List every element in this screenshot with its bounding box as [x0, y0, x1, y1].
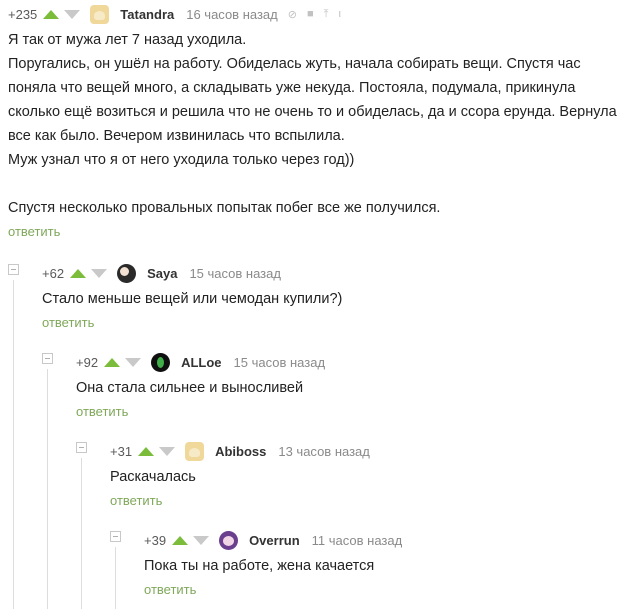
downvote-icon[interactable]	[91, 268, 108, 278]
comment: +39 Overrun 11 часов назад Пока ты на ра…	[144, 530, 604, 599]
comment-header: +31 Abiboss 13 часов назад	[110, 441, 610, 461]
comment-paragraph: Стало меньше вещей или чемодан купили?)	[42, 291, 343, 307]
comment-paragraph: Поругались, он ушёл на работу. Обиделась…	[8, 56, 617, 144]
comment-time: 15 часов назад	[233, 354, 326, 370]
reply-link[interactable]: ответить	[76, 404, 128, 419]
avatar[interactable]	[117, 263, 137, 283]
collapse-icon[interactable]	[42, 353, 53, 364]
comment-author[interactable]: Tatandra	[120, 7, 174, 22]
comment-time: 13 часов назад	[278, 443, 370, 459]
comment: +235 Tatandra 16 часов назад ⊘ ■ ⤒ ι Я т…	[8, 4, 628, 241]
comment-text: Она стала сильнее и выносливей	[76, 376, 616, 400]
comment-author[interactable]: Saya	[147, 266, 177, 281]
collapse-icon[interactable]	[76, 442, 87, 453]
comment-paragraph: Муж узнал что я от него уходила только ч…	[8, 152, 355, 168]
comment-author[interactable]: ALLoe	[181, 355, 221, 370]
reply-link[interactable]: ответить	[42, 315, 94, 330]
comment-rating: +62	[42, 265, 65, 281]
upvote-icon[interactable]	[43, 9, 60, 19]
downvote-icon[interactable]	[159, 446, 176, 456]
upvote-icon[interactable]	[138, 446, 155, 456]
avatar[interactable]	[219, 530, 239, 550]
save-icon[interactable]: ■	[307, 8, 314, 20]
upvote-icon[interactable]	[172, 535, 189, 545]
link-icon[interactable]: ⊘	[288, 8, 297, 21]
comment-paragraph: Я так от мужа лет 7 назад уходила.	[8, 32, 247, 48]
comment-author[interactable]: Abiboss	[215, 444, 266, 459]
comment-time: 16 часов назад	[186, 6, 278, 22]
comment-header: +39 Overrun 11 часов назад	[144, 530, 604, 550]
upvote-icon[interactable]	[104, 357, 121, 367]
avatar[interactable]	[151, 352, 171, 372]
avatar[interactable]	[185, 441, 205, 461]
thread-line	[13, 280, 14, 609]
comment: +92 ALLoe 15 часов назад Она стала сильн…	[76, 352, 616, 421]
comment-rating: +31	[110, 443, 133, 459]
upvote-icon[interactable]	[70, 268, 87, 278]
comment-rating: +235	[8, 6, 38, 22]
comment: +31 Abiboss 13 часов назад Раскачалась о…	[110, 441, 610, 510]
comment-time: 11 часов назад	[311, 532, 403, 548]
comment-paragraph: Пока ты на работе, жена качается	[144, 558, 375, 574]
downvote-icon[interactable]	[193, 535, 210, 545]
reply-link[interactable]: ответить	[8, 224, 60, 239]
reply-link[interactable]: ответить	[110, 493, 162, 508]
comment-text: Раскачалась	[110, 465, 610, 489]
comment-paragraph	[8, 172, 628, 196]
comment-header: +62 Saya 15 часов назад	[42, 263, 622, 283]
reply-link[interactable]: ответить	[144, 582, 196, 597]
comment-text: Пока ты на работе, жена качается	[144, 554, 604, 578]
thread-line	[115, 547, 116, 609]
thread-line	[47, 369, 48, 609]
downvote-icon[interactable]	[125, 357, 142, 367]
comment-time: 15 часов назад	[189, 265, 281, 281]
comment-header: +235 Tatandra 16 часов назад ⊘ ■ ⤒ ι	[8, 4, 628, 24]
comment-paragraph: Спустя несколько провальных попытак побе…	[8, 200, 441, 216]
comment-rating: +92	[76, 354, 99, 370]
comment: +62 Saya 15 часов назад Стало меньше вещ…	[42, 263, 622, 332]
share-icon[interactable]: ⤒	[324, 8, 329, 21]
downvote-icon[interactable]	[64, 9, 81, 19]
collapse-icon[interactable]	[8, 264, 19, 275]
thread-line	[81, 458, 82, 609]
comment-paragraph: Раскачалась	[110, 469, 196, 485]
comment-author[interactable]: Overrun	[249, 533, 300, 548]
more-icon[interactable]: ι	[339, 8, 341, 20]
avatar[interactable]	[90, 4, 110, 24]
comment-rating: +39	[144, 532, 167, 548]
comment-text: Я так от мужа лет 7 назад уходила. Поруг…	[8, 28, 628, 220]
collapse-icon[interactable]	[110, 531, 121, 542]
comment-header: +92 ALLoe 15 часов назад	[76, 352, 616, 372]
comment-text: Стало меньше вещей или чемодан купили?)	[42, 287, 622, 311]
comment-paragraph: Она стала сильнее и выносливей	[76, 380, 304, 396]
